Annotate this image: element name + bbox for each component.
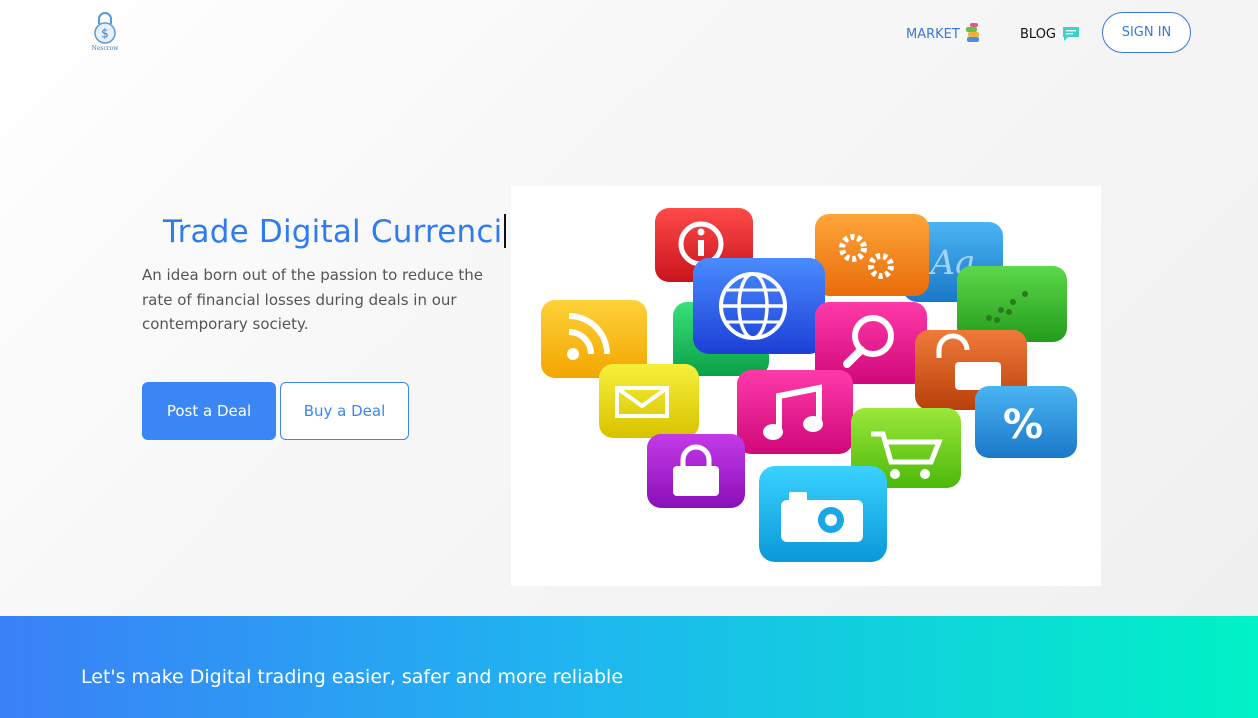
nav-blog-label: BLOG: [1020, 26, 1057, 42]
post-deal-button[interactable]: Post a Deal: [142, 382, 276, 440]
banner-text: Let's make Digital trading easier, safer…: [81, 666, 624, 688]
nav-blog-link[interactable]: BLOG: [1020, 24, 1080, 44]
headline-text: Trade Digital Currenci: [163, 214, 503, 250]
nav-market-label: MARKET: [906, 26, 960, 42]
globe-icon: [693, 258, 825, 354]
mail-icon: [599, 364, 699, 438]
logo-text: Nescrow: [91, 45, 119, 52]
gear-icon: [815, 214, 929, 296]
svg-text:%: %: [1003, 402, 1043, 448]
chat-bubble-icon: [1063, 27, 1080, 41]
hero-headline: Trade Digital Currenci: [163, 214, 507, 250]
lock-icon: [647, 434, 745, 508]
footer-banner: Let's make Digital trading easier, safer…: [0, 616, 1258, 718]
app-icons-cluster: Aa %: [541, 208, 1077, 562]
market-coins-icon: [965, 23, 979, 42]
typing-cursor: [504, 214, 507, 248]
buy-deal-button[interactable]: Buy a Deal: [280, 382, 409, 440]
sign-in-button[interactable]: SIGN IN: [1102, 12, 1191, 53]
lock-logo-icon: $: [94, 12, 116, 44]
svg-text:$: $: [101, 27, 109, 41]
percent-icon: %: [975, 386, 1077, 458]
logo[interactable]: $ Nescrow: [82, 10, 128, 58]
nav-market-link[interactable]: MARKET: [906, 23, 982, 44]
hero-tagline: An idea born out of the passion to reduc…: [142, 266, 483, 333]
music-icon: [737, 370, 853, 454]
app-icons-illustration: Aa %: [511, 186, 1101, 586]
camera-icon: [759, 466, 887, 562]
